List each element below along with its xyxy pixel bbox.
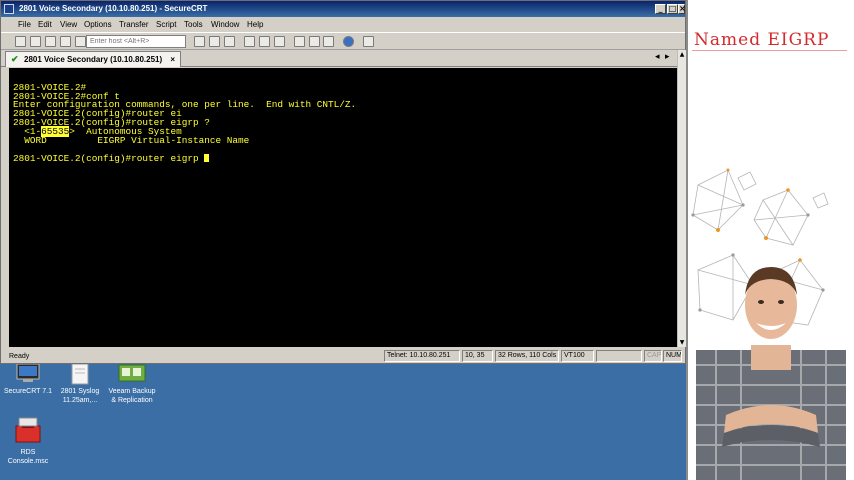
menu-script[interactable]: Script xyxy=(156,17,176,32)
desktop-icon-label: 2801 Syslog xyxy=(60,388,100,395)
connected-check-icon: ✔ xyxy=(11,54,19,64)
menu-tools[interactable]: Tools xyxy=(184,17,203,32)
disconnect-icon[interactable] xyxy=(75,36,86,47)
tab-bar: ✔ 2801 Voice Secondary (10.10.80.251) × … xyxy=(1,50,685,67)
connect-in-tab-icon[interactable] xyxy=(45,36,56,47)
tab-scroll-left-icon[interactable]: ◂ xyxy=(655,52,660,62)
session-tab[interactable]: ✔ 2801 Voice Secondary (10.10.80.251) × xyxy=(5,51,181,67)
print-icon[interactable] xyxy=(244,36,255,47)
session-options-icon[interactable] xyxy=(294,36,305,47)
title-bar[interactable]: 2801 Voice Secondary (10.10.80.251) - Se… xyxy=(1,1,686,17)
slide-heading: Named EIGRP xyxy=(694,30,830,50)
desktop-icon-syslog[interactable]: 2801 Syslog 11.25am,... xyxy=(52,363,108,405)
close-button[interactable]: × xyxy=(678,4,686,14)
menu-window[interactable]: Window xyxy=(211,17,239,32)
status-cursor-position: 10, 35 xyxy=(462,350,493,362)
desktop-icon-label-2: Console.msc xyxy=(7,458,49,465)
status-num: NUM xyxy=(663,350,682,362)
presenter-photo xyxy=(696,267,846,480)
terminal-help-line: WORD EIGRP Virtual-Instance Name xyxy=(13,134,250,146)
tab-scroll-right-icon[interactable]: ▸ xyxy=(665,52,670,62)
status-cap: CAP xyxy=(644,350,662,362)
global-options-icon[interactable] xyxy=(309,36,320,47)
desktop-icon-veeam[interactable]: Veeam Backup & Replication xyxy=(104,363,160,405)
status-emulation: VT100 xyxy=(561,350,594,362)
terminal-screen[interactable]: 2801-VOICE.2# 2801-VOICE.2#conf t Enter co… xyxy=(9,68,677,347)
menu-edit[interactable]: Edit xyxy=(38,17,52,32)
status-terminal-size: 32 Rows, 110 Cols xyxy=(495,350,559,362)
toolbar xyxy=(1,32,685,50)
document-icon xyxy=(65,363,95,385)
desktop-icon-rds[interactable]: RDS Console.msc xyxy=(0,416,56,466)
desktop-icon-label-2: 11.25am,... xyxy=(62,397,98,404)
desktop-icon-label: RDS xyxy=(20,449,36,456)
minimize-button[interactable]: _ xyxy=(655,4,666,14)
maximize-button[interactable]: □ xyxy=(667,4,678,14)
session-tab-label: 2801 Voice Secondary (10.10.80.251) xyxy=(24,55,163,64)
quick-connect-icon[interactable] xyxy=(30,36,41,47)
status-bar: Ready Telnet: 10.10.80.251 10, 35 32 Row… xyxy=(1,349,685,363)
window-title: 2801 Voice Secondary (10.10.80.251) - Se… xyxy=(19,4,208,13)
menu-help[interactable]: Help xyxy=(247,17,263,32)
desktop-icon-securecrt[interactable]: SecureCRT 7.1 xyxy=(0,363,56,396)
print-selection-icon[interactable] xyxy=(259,36,270,47)
securecrt-window: 2801 Voice Secondary (10.10.80.251) - Se… xyxy=(0,0,686,364)
connect-icon[interactable] xyxy=(15,36,26,47)
sftp-icon[interactable] xyxy=(363,36,374,47)
current-command: 2801-VOICE.2(config)#router eigrp xyxy=(13,153,205,165)
scroll-up-icon[interactable]: ▲ xyxy=(678,50,686,59)
status-telnet: Telnet: 10.10.80.251 xyxy=(384,350,460,362)
tab-close-icon[interactable]: × xyxy=(170,52,175,67)
securecrt-app-icon xyxy=(13,363,43,385)
scroll-down-icon[interactable]: ▼ xyxy=(678,338,686,347)
copy-icon[interactable] xyxy=(194,36,205,47)
paste-icon[interactable] xyxy=(209,36,220,47)
heading-underline xyxy=(692,50,847,51)
presenter-panel: Named EIGRP xyxy=(686,0,854,480)
enter-host-input[interactable] xyxy=(86,35,186,48)
status-ready: Ready xyxy=(9,353,30,360)
app-icon xyxy=(4,4,14,14)
find-icon[interactable] xyxy=(224,36,235,47)
menu-transfer[interactable]: Transfer xyxy=(119,17,149,32)
toolbox-icon xyxy=(13,416,43,446)
keymap-icon[interactable] xyxy=(323,36,334,47)
veeam-app-icon xyxy=(117,363,147,385)
terminal-cursor xyxy=(204,154,210,163)
status-empty-cell xyxy=(596,350,642,362)
menu-view[interactable]: View xyxy=(60,17,77,32)
help-icon[interactable] xyxy=(343,36,354,47)
menu-file[interactable]: File xyxy=(18,17,31,32)
desktop-icon-label: Veeam Backup xyxy=(108,388,156,395)
desktop-icon-label: SecureCRT 7.1 xyxy=(4,388,52,395)
menu-options[interactable]: Options xyxy=(84,17,112,32)
menu-bar: File Edit View Options Transfer Script T… xyxy=(1,17,685,32)
vertical-scrollbar[interactable]: ▲ ▼ xyxy=(677,50,686,347)
reconnect-icon[interactable] xyxy=(60,36,71,47)
terminal-current-line: 2801-VOICE.2(config)#router eigrp xyxy=(13,154,677,163)
printer-setup-icon[interactable] xyxy=(274,36,285,47)
desktop-icon-label-2: & Replication xyxy=(111,397,153,404)
